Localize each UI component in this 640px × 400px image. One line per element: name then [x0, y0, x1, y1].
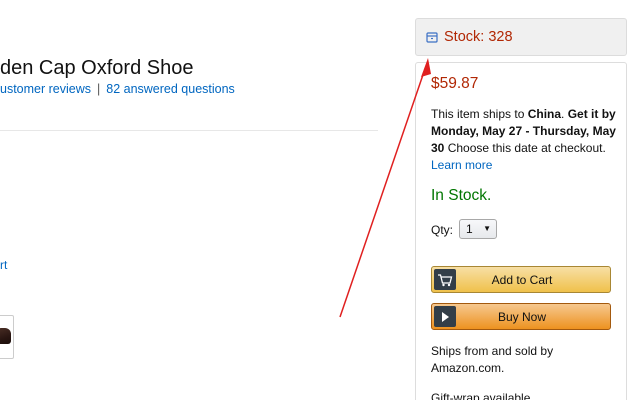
answered-questions-link[interactable]: 82 answered questions [106, 82, 235, 96]
buy-box: $59.87 This item ships to China. Get it … [415, 62, 627, 400]
learn-more-link[interactable]: Learn more [431, 158, 492, 172]
cart-icon [434, 269, 456, 290]
play-icon [434, 306, 456, 327]
reviews-line: ustomer reviews | 82 answered questions [0, 82, 235, 96]
seller-info: Ships from and sold by Amazon.com. [431, 344, 554, 375]
shoe-image [0, 328, 11, 344]
separator: | [97, 82, 101, 96]
quantity-select[interactable]: 1 ▼ [459, 219, 497, 239]
section-divider [0, 130, 378, 131]
stock-count: Stock: 328 [444, 29, 513, 45]
qty-label: Qty: [431, 223, 454, 237]
ships-suffix: Choose this date at checkout. [444, 141, 606, 155]
gift-wrap-info: Gift-wrap available. [431, 391, 534, 400]
buy-now-button[interactable]: Buy Now [431, 303, 611, 330]
product-page: den Cap Oxford Shoe ustomer reviews | 82 a… [0, 0, 640, 400]
shipping-info: This item ships to China. Get it by Mond… [431, 106, 617, 174]
buy-now-label: Buy Now [497, 309, 547, 324]
stock-banner: Stock: 328 [415, 18, 627, 56]
ships-mid: . [561, 107, 568, 121]
ships-prefix: This item ships to [431, 107, 528, 121]
product-thumbnail[interactable] [0, 315, 14, 359]
box-icon [426, 31, 438, 43]
cropped-link[interactable]: rt [0, 258, 7, 272]
add-to-cart-label: Add to Cart [491, 272, 553, 287]
product-title: den Cap Oxford Shoe [0, 57, 194, 79]
ships-country: China [527, 107, 562, 121]
customer-reviews-link[interactable]: ustomer reviews [0, 82, 91, 96]
quantity-value: 1 [466, 222, 473, 236]
chevron-down-icon: ▼ [483, 224, 491, 233]
add-to-cart-button[interactable]: Add to Cart [431, 266, 611, 293]
price: $59.87 [431, 75, 479, 92]
availability-status: In Stock. [431, 187, 492, 204]
